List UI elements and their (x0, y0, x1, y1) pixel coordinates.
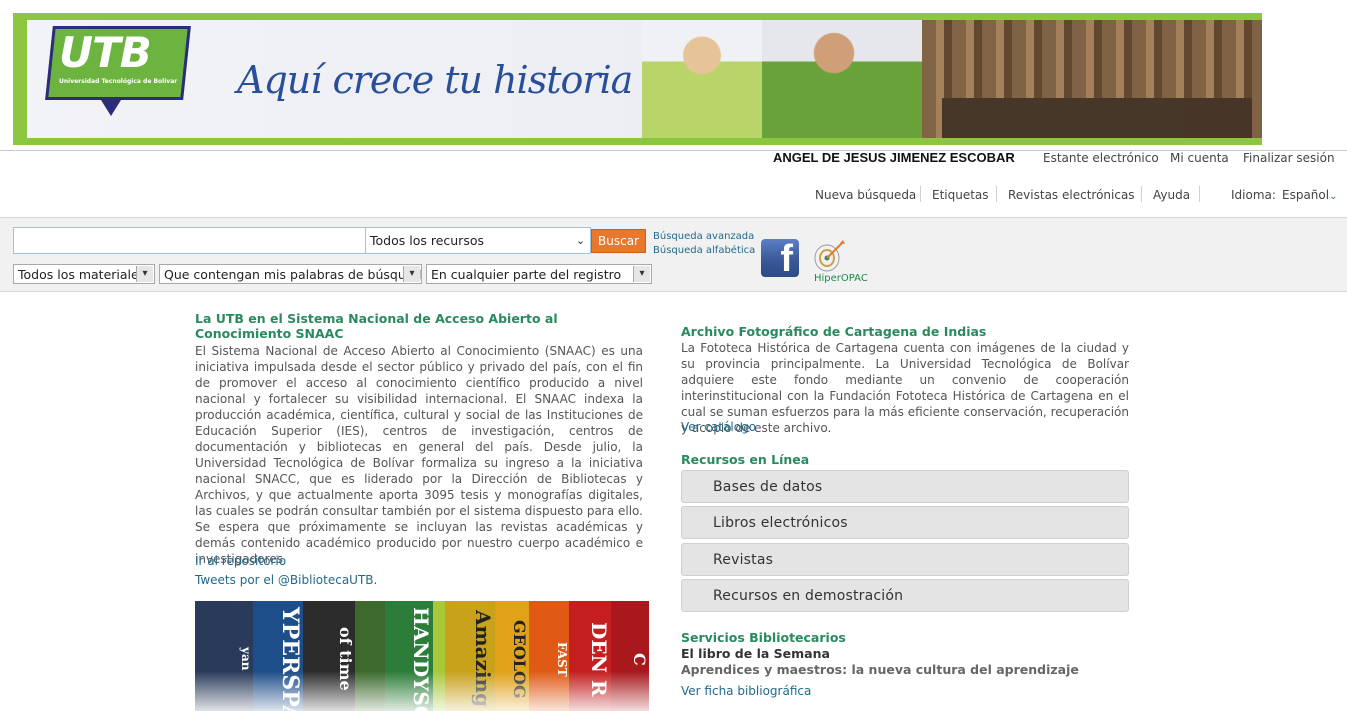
books-image: yan YPERSPA of time HANDYSC Amazing GEOL… (195, 601, 649, 711)
nav-separator (1141, 186, 1142, 202)
libro-semana-title: El libro de la Semana (681, 646, 830, 661)
header-banner: UTB Universidad Tecnológica de Bolívar A… (13, 13, 1262, 145)
banner-slogan: Aquí crece tu historia (237, 58, 633, 102)
chevron-down-icon: ▾ (403, 266, 420, 282)
nav-separator (1199, 186, 1200, 202)
recursos-demostracion-button[interactable]: Recursos en demostración (681, 579, 1129, 612)
nav-revistas-electronicas[interactable]: Revistas electrónicas (1008, 188, 1135, 202)
logo-text: UTB (59, 28, 152, 77)
repository-link[interactable]: Ir al repositorio (195, 554, 286, 568)
match-type-select[interactable]: Que contengan mis palabras de búsqueda ▾ (159, 264, 422, 284)
chevron-down-icon: ⌄ (572, 229, 589, 252)
nav-etiquetas[interactable]: Etiquetas (932, 188, 989, 202)
bases-de-datos-button[interactable]: Bases de datos (681, 470, 1129, 503)
libro-semana-name: Aprendices y maestros: la nueva cultura … (681, 662, 1079, 677)
material-select-value: Todos los materiales (18, 267, 146, 282)
material-type-select[interactable]: Todos los materiales ▾ (13, 264, 155, 284)
language-value: Español (1282, 188, 1330, 202)
snaac-body: El Sistema Nacional de Acceso Abierto al… (195, 344, 643, 566)
recursos-title: Recursos en Línea (681, 452, 810, 467)
user-name: ANGEL DE JESUS JIMENEZ ESCOBAR (773, 150, 1015, 165)
advanced-search-link[interactable]: Búsqueda avanzada (653, 231, 754, 242)
search-button[interactable]: Buscar (591, 229, 646, 253)
tweets-link[interactable]: Tweets por el @BibliotecaUTB. (195, 573, 377, 587)
finalizar-sesion-link[interactable]: Finalizar sesión (1243, 151, 1335, 165)
servicios-title: Servicios Bibliotecarios (681, 630, 846, 645)
nav-nueva-busqueda[interactable]: Nueva búsqueda (815, 188, 916, 202)
search-field-select[interactable]: En cualquier parte del registro ▾ (426, 264, 652, 284)
field-select-value: En cualquier parte del registro (431, 267, 622, 282)
logo-subtext: Universidad Tecnológica de Bolívar (59, 78, 178, 85)
language-label: Idioma: (1231, 188, 1276, 202)
scope-select[interactable]: Todos los recursos ⌄ (365, 227, 591, 254)
search-input[interactable] (13, 227, 366, 254)
mi-cuenta-link[interactable]: Mi cuenta (1170, 151, 1229, 165)
match-select-value: Que contengan mis palabras de búsqueda (164, 267, 422, 282)
utb-logo[interactable]: UTB Universidad Tecnológica de Bolívar (45, 26, 191, 116)
hiperopac-icon[interactable] (812, 238, 846, 274)
facebook-icon[interactable]: f (761, 238, 799, 280)
libros-electronicos-button[interactable]: Libros electrónicos (681, 506, 1129, 539)
catalog-link[interactable]: Ver catálogo (681, 420, 756, 434)
nav-ayuda[interactable]: Ayuda (1153, 188, 1190, 202)
chevron-down-icon: ▾ (136, 266, 153, 282)
archivo-title: Archivo Fotográfico de Cartagena de Indi… (681, 324, 987, 339)
revistas-button[interactable]: Revistas (681, 543, 1129, 576)
nav-separator (920, 186, 921, 202)
estante-electronico-link[interactable]: Estante electrónico (1043, 151, 1159, 165)
snaac-title: La UTB en el Sistema Nacional de Acceso … (195, 311, 558, 341)
chevron-down-icon: ▾ (633, 266, 650, 282)
nav-separator (996, 186, 997, 202)
language-selector[interactable]: Español⌄ (1282, 188, 1337, 202)
scope-select-value: Todos los recursos (370, 233, 484, 248)
hiperopac-label: HiperOPAC (814, 273, 868, 284)
chevron-down-icon: ⌄ (1329, 191, 1338, 202)
alphabetic-search-link[interactable]: Búsqueda alfabética (653, 245, 755, 256)
banner-photo-student-1 (642, 20, 762, 138)
banner-photo-library (922, 20, 1262, 138)
banner-photo-student-2 (762, 20, 922, 138)
ficha-bibliografica-link[interactable]: Ver ficha bibliográfica (681, 684, 811, 698)
